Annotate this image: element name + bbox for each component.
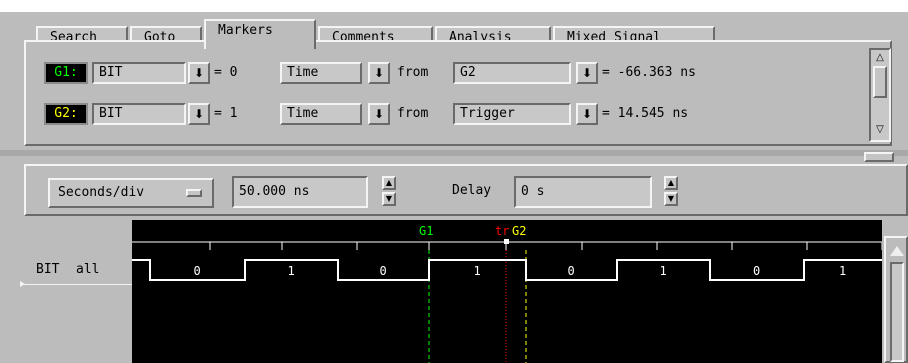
signal-name-column	[0, 220, 132, 363]
waveform-value: 1	[474, 264, 481, 278]
down-arrow-icon[interactable]: ⬇	[576, 62, 598, 84]
marker-g2-signal-field[interactable]: BIT	[92, 103, 186, 125]
up-arrow-icon[interactable]	[890, 246, 904, 256]
option-menu-icon	[186, 189, 202, 197]
down-arrow-icon[interactable]: ▼	[382, 192, 396, 206]
signal-name: BIT	[36, 262, 60, 277]
scale-value-field[interactable]: 50.000 ns	[232, 176, 368, 208]
marker-g2-equals: = 1	[214, 106, 238, 121]
dropdown-label: Seconds/div	[58, 185, 145, 200]
down-arrow-icon[interactable]: ⬇	[368, 62, 390, 84]
pane-separator[interactable]	[0, 150, 908, 156]
waveform-scrollbar[interactable]	[884, 236, 908, 363]
marker-g1-label: G1:	[44, 62, 88, 84]
field-value: G2	[460, 65, 476, 80]
waveform-value: 1	[839, 264, 846, 278]
waveform-value: 1	[288, 264, 295, 278]
tab-markers[interactable]: Markers	[204, 19, 316, 49]
seconds-div-dropdown[interactable]: Seconds/div	[48, 178, 214, 208]
trigger-point	[504, 239, 509, 244]
field-value: Time	[287, 106, 319, 121]
marker-name: G1:	[54, 65, 78, 80]
ruler-ticks	[209, 242, 882, 250]
up-arrow-icon[interactable]: △	[873, 52, 887, 64]
signal-divider	[24, 284, 132, 285]
marker-g1-from-label: from	[397, 65, 429, 80]
marker-name: G2:	[54, 106, 78, 121]
down-arrow-icon[interactable]: ⬇	[188, 103, 210, 125]
tab-label: Markers	[218, 23, 273, 38]
up-arrow-icon[interactable]: ▲	[664, 176, 678, 190]
marker-g2-from-label: from	[397, 106, 429, 121]
bit-waveform	[132, 259, 882, 281]
up-arrow-icon[interactable]: ▲	[382, 176, 396, 190]
marker-g1-ref-field[interactable]: G2	[453, 62, 571, 84]
top-strip	[0, 0, 908, 12]
waveform-value: 0	[194, 264, 201, 278]
marker-g2-result: = 14.545 ns	[602, 106, 689, 121]
waveform-value: 1	[660, 264, 667, 278]
field-value: Time	[287, 65, 319, 80]
signal-arrow-icon	[20, 281, 25, 287]
markers-scrollbar[interactable]: △ ▽	[869, 48, 891, 142]
field-value: BIT	[99, 65, 123, 80]
marker-g1-signal-field[interactable]: BIT	[92, 62, 186, 84]
waveform-svg: G1 tr G2 0 1 0 1 0 1 0 1	[132, 224, 882, 363]
down-arrow-icon[interactable]: ⬇	[576, 103, 598, 125]
field-value: Trigger	[460, 106, 515, 121]
waveform-values: 0 1 0 1 0 1 0 1	[194, 264, 847, 278]
down-arrow-icon[interactable]: ⬇	[188, 62, 210, 84]
marker-g1-mode-field[interactable]: Time	[280, 62, 362, 84]
marker-trigger-tag: tr	[495, 224, 509, 238]
markers-panel	[24, 40, 892, 146]
down-arrow-icon[interactable]: ▼	[664, 192, 678, 206]
field-value: 0 s	[521, 184, 545, 199]
field-value: BIT	[99, 106, 123, 121]
splitter-handle[interactable]	[864, 152, 894, 162]
marker-g2-tag: G2	[512, 224, 526, 238]
waveform-display[interactable]: G1 tr G2 0 1 0 1 0 1 0 1	[132, 220, 882, 363]
marker-g1-tag: G1	[419, 224, 433, 238]
delay-value-field[interactable]: 0 s	[514, 176, 652, 208]
delay-label: Delay	[452, 183, 492, 198]
marker-g2-ref-field[interactable]: Trigger	[453, 103, 571, 125]
waveform-value: 0	[753, 264, 760, 278]
signal-bus: all	[76, 262, 100, 277]
scroll-track[interactable]	[890, 262, 904, 362]
waveform-value: 0	[568, 264, 575, 278]
marker-g1-result: = -66.363 ns	[602, 65, 696, 80]
down-arrow-icon[interactable]: ⬇	[368, 103, 390, 125]
scroll-thumb[interactable]	[873, 66, 887, 98]
marker-g2-label: G2:	[44, 103, 88, 125]
waveform-value: 0	[380, 264, 387, 278]
marker-g1-equals: = 0	[214, 65, 238, 80]
field-value: 50.000 ns	[239, 184, 310, 199]
down-arrow-icon[interactable]: ▽	[873, 124, 887, 136]
marker-g2-mode-field[interactable]: Time	[280, 103, 362, 125]
